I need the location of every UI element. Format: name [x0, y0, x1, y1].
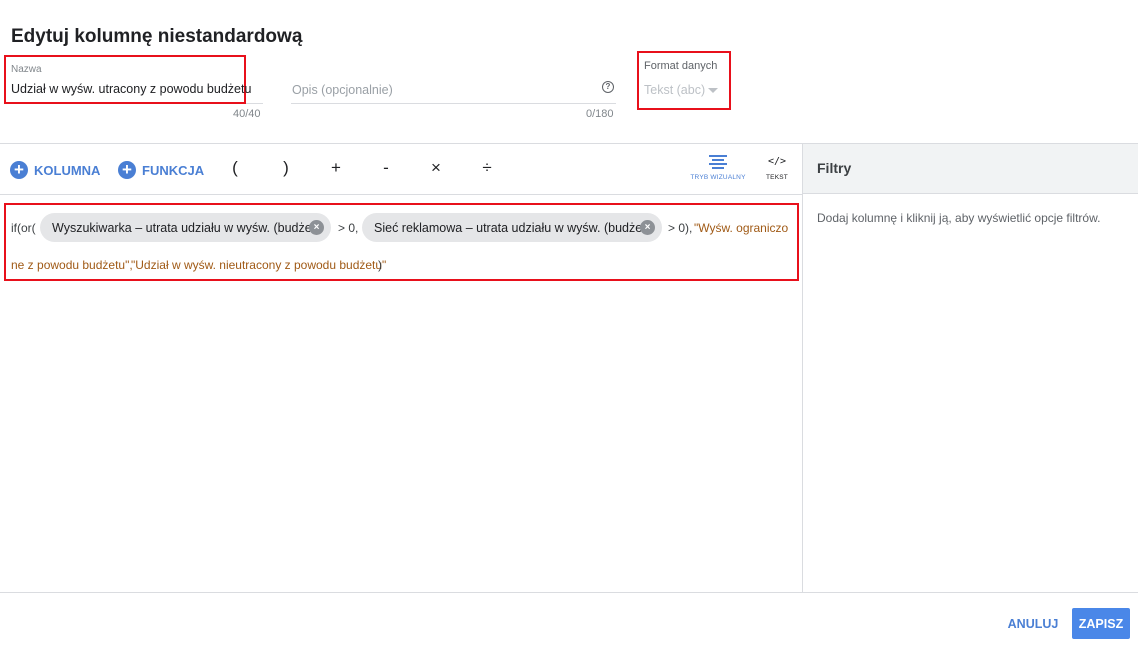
close-icon[interactable]: ×	[309, 220, 324, 235]
name-field-underline	[246, 103, 263, 104]
plus-operator-button[interactable]: +	[326, 158, 346, 178]
formula-string-literal: "Wyśw. ograniczo	[694, 221, 789, 235]
minus-operator-button[interactable]: -	[376, 158, 396, 178]
close-icon[interactable]: ×	[640, 220, 655, 235]
text-mode-label: TEKST	[766, 174, 788, 181]
dialog-title: Edytuj kolumnę niestandardową	[11, 26, 303, 47]
formula-operator: > 0,	[338, 221, 359, 235]
description-field-underline	[291, 103, 616, 104]
formula-operator: > 0),	[668, 221, 693, 235]
close-paren-button[interactable]: )	[276, 158, 296, 178]
formula-string-literal: "Udział w wyśw. nieutracony z powodu bud…	[131, 258, 387, 272]
open-paren-button[interactable]: (	[225, 158, 245, 178]
divide-operator-button[interactable]: ÷	[477, 158, 497, 178]
plus-circle-icon: +	[10, 161, 28, 179]
divider-vertical	[802, 143, 803, 593]
code-icon: </>	[767, 156, 787, 167]
formula-prefix: if(or(	[11, 221, 36, 235]
help-circle-icon[interactable]: ?	[602, 81, 614, 93]
column-chip[interactable]: Sieć reklamowa – utrata udziału w wyśw. …	[362, 213, 662, 242]
name-char-counter: 40/40	[233, 108, 261, 120]
column-chip[interactable]: Wyszukiwarka – utrata udziału w wyśw. (b…	[40, 213, 331, 242]
plus-circle-icon: +	[118, 161, 136, 179]
divider-toolbar	[0, 194, 803, 195]
save-button[interactable]: ZAPISZ	[1072, 608, 1130, 639]
name-field-highlight	[4, 55, 246, 104]
filters-title: Filtry	[817, 160, 852, 176]
format-field-label: Format danych	[644, 60, 718, 72]
column-chip-label: Wyszukiwarka – utrata udziału w wyśw. (b…	[52, 220, 320, 235]
text-mode-button[interactable]: </> TEKST	[762, 155, 792, 181]
visual-mode-label: TRYB WIZUALNY	[690, 174, 746, 181]
description-input[interactable]: Opis (opcjonalnie)	[292, 83, 393, 97]
align-lines-icon	[709, 155, 727, 169]
column-chip-label: Sieć reklamowa – utrata udziału w wyśw. …	[374, 220, 650, 235]
add-column-button[interactable]: + KOLUMNA	[10, 160, 100, 180]
description-char-counter: 0/180	[586, 108, 614, 120]
add-function-label: FUNKCJA	[142, 162, 205, 178]
format-select[interactable]: Tekst (abc)	[644, 83, 705, 97]
divider-bottom	[0, 592, 1138, 593]
visual-mode-button[interactable]: TRYB WIZUALNY	[688, 155, 748, 181]
filter-panel-header	[803, 144, 1138, 194]
add-column-label: KOLUMNA	[34, 162, 101, 178]
cancel-button[interactable]: ANULUJ	[1000, 610, 1066, 638]
chevron-down-icon[interactable]	[708, 88, 718, 93]
name-field-label: Nazwa	[11, 64, 42, 75]
formula-suffix: )	[378, 258, 382, 272]
add-function-button[interactable]: + FUNKCJA	[118, 160, 204, 180]
filters-hint: Dodaj kolumnę i kliknij ją, aby wyświetl…	[817, 211, 1101, 225]
formula-string-literal: ne z powodu budżetu",	[11, 258, 133, 272]
multiply-operator-button[interactable]: ×	[426, 158, 446, 178]
name-input[interactable]: Udział w wyśw. utracony z powodu budżetu	[11, 82, 251, 96]
